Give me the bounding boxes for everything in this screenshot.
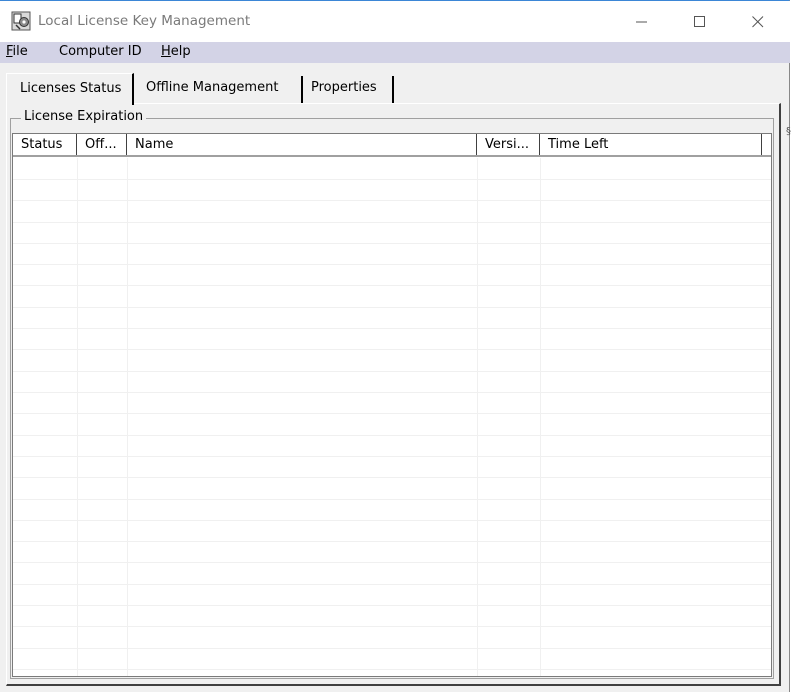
grid-row-line bbox=[13, 477, 771, 478]
list-header: Status Off... Name Versi... Time Left bbox=[13, 134, 771, 157]
grid-row-line bbox=[13, 669, 771, 670]
grid-row-line bbox=[13, 264, 771, 265]
maximize-icon bbox=[694, 15, 705, 27]
app-window: Local License Key Management File Comput… bbox=[0, 0, 791, 692]
maximize-button[interactable] bbox=[671, 1, 729, 42]
close-button[interactable] bbox=[729, 1, 787, 42]
minimize-icon bbox=[636, 21, 647, 22]
title-bar[interactable]: Local License Key Management bbox=[0, 1, 790, 42]
menu-computer-id[interactable]: Computer ID bbox=[59, 44, 142, 59]
tab-licenses-status[interactable]: Licenses Status bbox=[6, 73, 134, 105]
grid-column-line bbox=[477, 158, 478, 676]
grid-column-line bbox=[127, 158, 128, 676]
menu-file-label: ile bbox=[12, 44, 28, 59]
menu-help-label: elp bbox=[170, 44, 191, 59]
grid-row-line bbox=[13, 584, 771, 585]
menu-help-mnemonic: H bbox=[161, 44, 171, 59]
grid-row-line bbox=[13, 456, 771, 457]
grid-row-line bbox=[13, 285, 771, 286]
group-label: License Expiration bbox=[21, 109, 147, 124]
grid-row-line bbox=[13, 243, 771, 244]
grid-row-line bbox=[13, 371, 771, 372]
grid-row-line bbox=[13, 499, 771, 500]
close-icon bbox=[752, 15, 764, 27]
window-title: Local License Key Management bbox=[38, 13, 251, 29]
grid-row-line bbox=[13, 541, 771, 542]
menu-help[interactable]: Help bbox=[161, 44, 191, 59]
grid-row-line bbox=[13, 562, 771, 563]
list-body[interactable] bbox=[13, 158, 771, 676]
grid-row-line bbox=[13, 179, 771, 180]
grid-row-line bbox=[13, 520, 771, 521]
grid-column-line bbox=[540, 158, 541, 676]
app-license-icon bbox=[11, 11, 31, 31]
grid-column-line bbox=[77, 158, 78, 676]
grid-row-line bbox=[13, 328, 771, 329]
grid-row-line bbox=[13, 307, 771, 308]
column-header-time-left[interactable]: Time Left bbox=[540, 134, 762, 155]
column-header-status[interactable]: Status bbox=[13, 134, 77, 155]
grid-row-line bbox=[13, 413, 771, 414]
license-list[interactable]: Status Off... Name Versi... Time Left bbox=[12, 133, 772, 677]
grid-row-line bbox=[13, 605, 771, 606]
grid-row-line bbox=[13, 435, 771, 436]
tab-offline-management[interactable]: Offline Management bbox=[139, 76, 303, 103]
grid-row-line bbox=[13, 392, 771, 393]
window-edge-glyph: § bbox=[786, 126, 791, 137]
grid-row-line bbox=[13, 626, 771, 627]
minimize-button[interactable] bbox=[613, 1, 671, 42]
grid-row-line bbox=[13, 349, 771, 350]
grid-row-line bbox=[13, 648, 771, 649]
column-header-version[interactable]: Versi... bbox=[477, 134, 540, 155]
grid-row-line bbox=[13, 200, 771, 201]
menu-file[interactable]: File bbox=[6, 44, 28, 59]
column-header-name[interactable]: Name bbox=[127, 134, 477, 155]
menu-bar: File Computer ID Help bbox=[0, 42, 790, 63]
grid-row-line bbox=[13, 222, 771, 223]
column-header-offline[interactable]: Off... bbox=[77, 134, 127, 155]
tab-properties[interactable]: Properties bbox=[303, 76, 394, 103]
